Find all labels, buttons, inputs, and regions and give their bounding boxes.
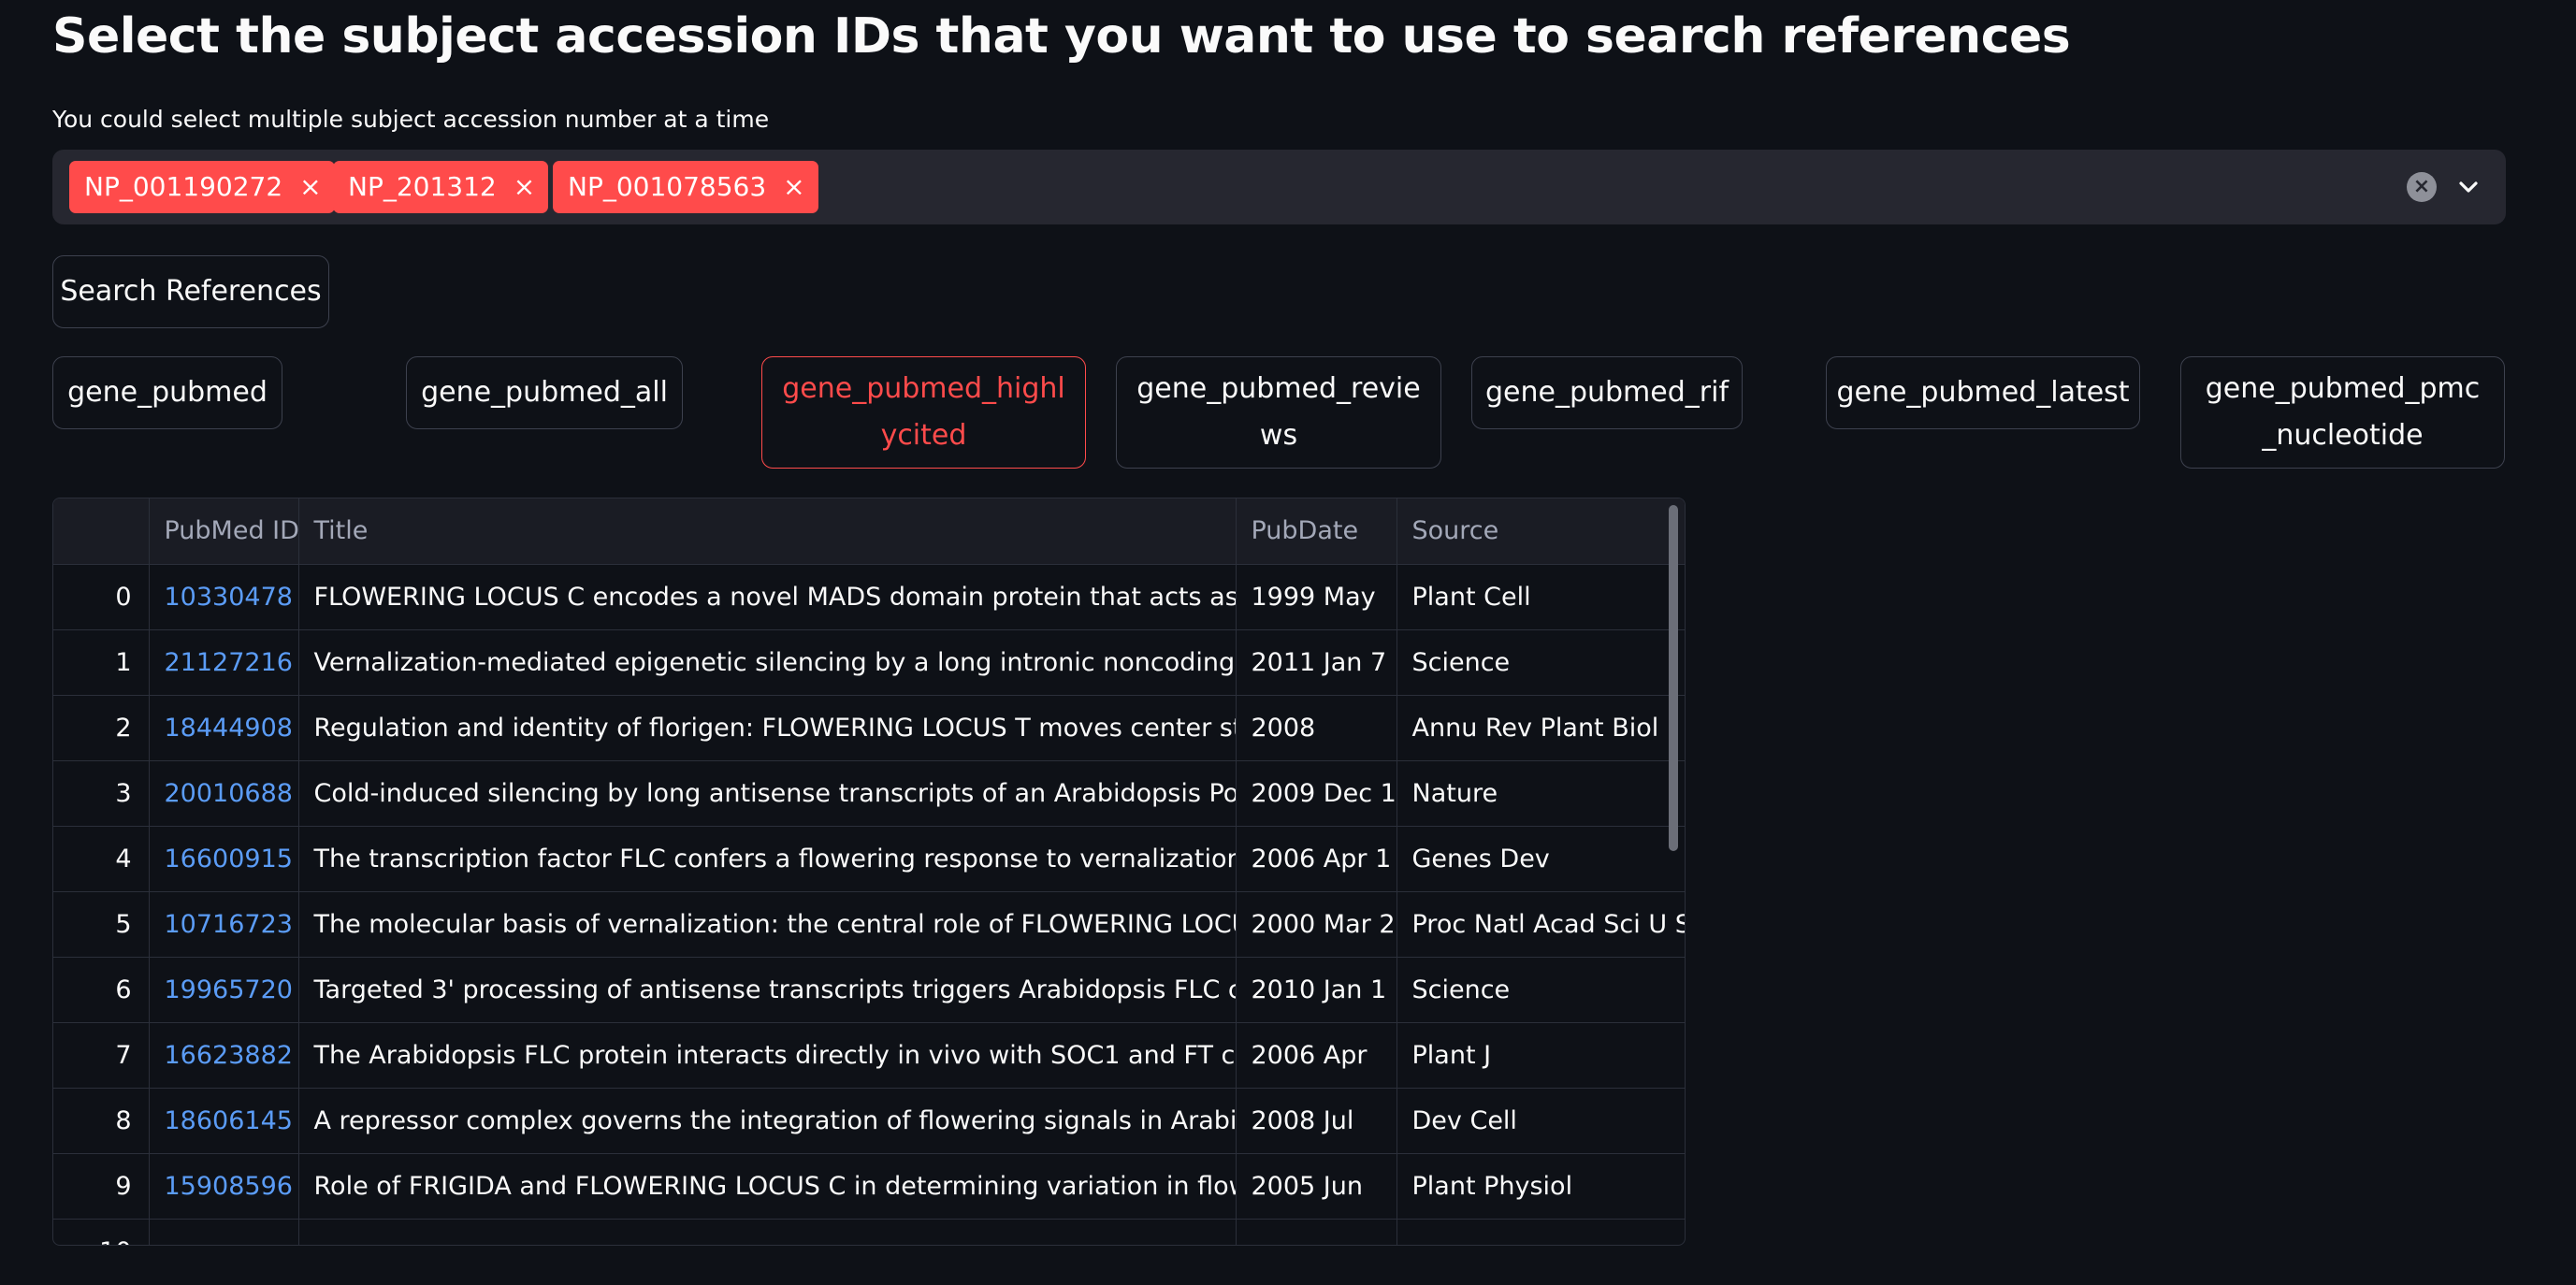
source-cell[interactable]: Plant Physiol — [1397, 1153, 1685, 1220]
title-cell[interactable]: The molecular basis of vernalization: th… — [298, 891, 1237, 958]
title-cell[interactable]: The transcription factor FLC confers a f… — [298, 826, 1237, 892]
chip-label: NP_201312 — [348, 171, 497, 202]
title-cell[interactable]: Targeted 3' processing of antisense tran… — [298, 957, 1237, 1023]
pubmed-id-cell[interactable]: 10330478 — [149, 564, 299, 630]
row-index[interactable]: 1 — [53, 629, 150, 696]
source-cell[interactable]: Plant J — [1397, 1022, 1685, 1089]
table-row[interactable]: 7 16623882 The Arabidopsis FLC protein int… — [53, 1022, 1685, 1089]
title-cell[interactable]: Regulation and identity of florigen: FLO… — [298, 695, 1237, 761]
column-header-title[interactable]: Title — [298, 498, 1237, 565]
row-index[interactable]: 6 — [53, 957, 150, 1023]
title-cell[interactable]: A repressor complex governs the integrat… — [298, 1088, 1237, 1154]
chip-remove-icon[interactable]: × — [514, 161, 535, 213]
pubmed-id-cell[interactable]: 21127216 — [149, 629, 299, 696]
column-header-pubdate[interactable]: PubDate — [1236, 498, 1397, 565]
table-scrollbar[interactable] — [1669, 505, 1678, 851]
search-references-button[interactable]: Search References — [52, 255, 329, 328]
chip-accession: NP_001078563 × — [553, 161, 818, 213]
source-cell[interactable]: Proc Natl Acad Sci U S A — [1397, 891, 1685, 958]
table-row[interactable]: 0 10330478 FLOWERING LOCUS C encodes a nov… — [53, 564, 1685, 630]
table-row[interactable]: 6 19965720 Targeted 3' processing of antis… — [53, 957, 1685, 1023]
chip-label: NP_001190272 — [84, 171, 283, 202]
pubmed-id-cell[interactable]: 18444908 — [149, 695, 299, 761]
pubdate-cell[interactable]: 2009 Dec 10 — [1236, 760, 1397, 827]
row-index[interactable]: 8 — [53, 1088, 150, 1154]
table-row[interactable]: 4 16600915 The transcription factor FLC co… — [53, 826, 1685, 892]
pubmed-id-cell[interactable]: 16600915 — [149, 826, 299, 892]
pubmed-id-cell[interactable]: 19965720 — [149, 957, 299, 1023]
pubdate-cell[interactable]: 2008 Jul — [1236, 1088, 1397, 1154]
source-cell[interactable]: Dev Cell — [1397, 1088, 1685, 1154]
table-header-row: PubMed ID Title PubDate Source — [53, 498, 1685, 565]
table-row[interactable]: 3 20010688 Cold-induced silencing by long … — [53, 760, 1685, 827]
pubdate-cell[interactable]: 2008 — [1236, 695, 1397, 761]
chip-label: NP_001078563 — [568, 171, 767, 202]
title-cell[interactable]: Vernalization-mediated epigenetic silenc… — [298, 629, 1237, 696]
title-cell[interactable]: FLOWERING LOCUS C encodes a novel MADS d… — [298, 564, 1237, 630]
accession-multiselect[interactable]: NP_001190272 × NP_201312 × NP_001078563 … — [52, 150, 2506, 224]
pubdate-cell[interactable]: 2000 Mar 28 — [1236, 891, 1397, 958]
column-header-index — [53, 498, 150, 565]
multiselect-label: You could select multiple subject access… — [52, 106, 770, 133]
pubdate-cell[interactable]: 2011 Jan 7 — [1236, 629, 1397, 696]
table-row[interactable]: 9 15908596 Role of FRIGIDA and FLOWERING L… — [53, 1153, 1685, 1220]
source-cell[interactable]: Science — [1397, 957, 1685, 1023]
pubdate-cell[interactable]: 2010 Jan 1 — [1236, 957, 1397, 1023]
pubdate-cell[interactable]: 2006 Apr 1 — [1236, 826, 1397, 892]
chip-remove-icon[interactable]: × — [783, 161, 804, 213]
row-index[interactable]: 3 — [53, 760, 150, 827]
row-index[interactable]: 5 — [53, 891, 150, 958]
pubmed-id-cell[interactable]: 16623882 — [149, 1022, 299, 1089]
tab-gene-pubmed-latest[interactable]: gene_pubmed_latest — [1826, 356, 2140, 429]
tab-gene-pubmed-highlycited[interactable]: gene_pubmed_highlycited — [761, 356, 1086, 469]
tab-gene-pubmed-pmc-nucleotide[interactable]: gene_pubmed_pmc_nucleotide — [2180, 356, 2505, 469]
pubdate-cell[interactable] — [1236, 1219, 1397, 1245]
title-cell[interactable] — [298, 1219, 1237, 1245]
table-row[interactable]: 2 18444908 Regulation and identity of flor… — [53, 695, 1685, 761]
source-cell[interactable]: Science — [1397, 629, 1685, 696]
source-cell[interactable] — [1397, 1219, 1685, 1245]
title-cell[interactable]: Role of FRIGIDA and FLOWERING LOCUS C in… — [298, 1153, 1237, 1220]
row-index[interactable]: 4 — [53, 826, 150, 892]
clear-all-icon[interactable]: × — [2407, 172, 2437, 202]
column-header-pubmed-id[interactable]: PubMed ID — [149, 498, 299, 565]
references-table[interactable]: PubMed ID Title PubDate Source 0 10330478… — [52, 498, 1686, 1246]
pubdate-cell[interactable]: 2005 Jun — [1236, 1153, 1397, 1220]
source-cell[interactable]: Plant Cell — [1397, 564, 1685, 630]
row-index[interactable]: 2 — [53, 695, 150, 761]
chip-accession: NP_201312 × — [333, 161, 549, 213]
chip-accession: NP_001190272 × — [69, 161, 335, 213]
source-cell[interactable]: Genes Dev — [1397, 826, 1685, 892]
pubmed-id-cell[interactable]: 18606145 — [149, 1088, 299, 1154]
table-row[interactable]: 8 18606145 A repressor complex governs the… — [53, 1088, 1685, 1154]
pubmed-id-cell[interactable]: 15908596 — [149, 1153, 299, 1220]
pubdate-cell[interactable]: 2006 Apr — [1236, 1022, 1397, 1089]
tab-gene-pubmed-reviews[interactable]: gene_pubmed_reviews — [1116, 356, 1441, 469]
row-index[interactable]: 7 — [53, 1022, 150, 1089]
chip-remove-icon[interactable]: × — [299, 161, 321, 213]
chevron-down-icon[interactable] — [2455, 174, 2482, 200]
tab-gene-pubmed-rif[interactable]: gene_pubmed_rif — [1471, 356, 1743, 429]
table-row[interactable]: 1 21127216 Vernalization-mediated epigenet… — [53, 629, 1685, 696]
row-index[interactable]: 10 — [53, 1219, 150, 1245]
title-cell[interactable]: The Arabidopsis FLC protein interacts di… — [298, 1022, 1237, 1089]
column-header-source[interactable]: Source — [1397, 498, 1685, 565]
pubmed-id-cell[interactable]: 10716723 — [149, 891, 299, 958]
pubdate-cell[interactable]: 1999 May — [1236, 564, 1397, 630]
row-index[interactable]: 9 — [53, 1153, 150, 1220]
row-index[interactable]: 0 — [53, 564, 150, 630]
pubmed-id-cell[interactable] — [149, 1219, 299, 1245]
tab-gene-pubmed-all[interactable]: gene_pubmed_all — [406, 356, 683, 429]
title-cell[interactable]: Cold-induced silencing by long antisense… — [298, 760, 1237, 827]
pubmed-id-cell[interactable]: 20010688 — [149, 760, 299, 827]
page-title: Select the subject accession IDs that yo… — [52, 8, 2071, 65]
table-row[interactable]: 5 10716723 The molecular basis of vernaliz… — [53, 891, 1685, 958]
source-cell[interactable]: Annu Rev Plant Biol — [1397, 695, 1685, 761]
source-cell[interactable]: Nature — [1397, 760, 1685, 827]
tab-gene-pubmed[interactable]: gene_pubmed — [52, 356, 282, 429]
table-row[interactable]: 10 — [53, 1219, 1685, 1245]
